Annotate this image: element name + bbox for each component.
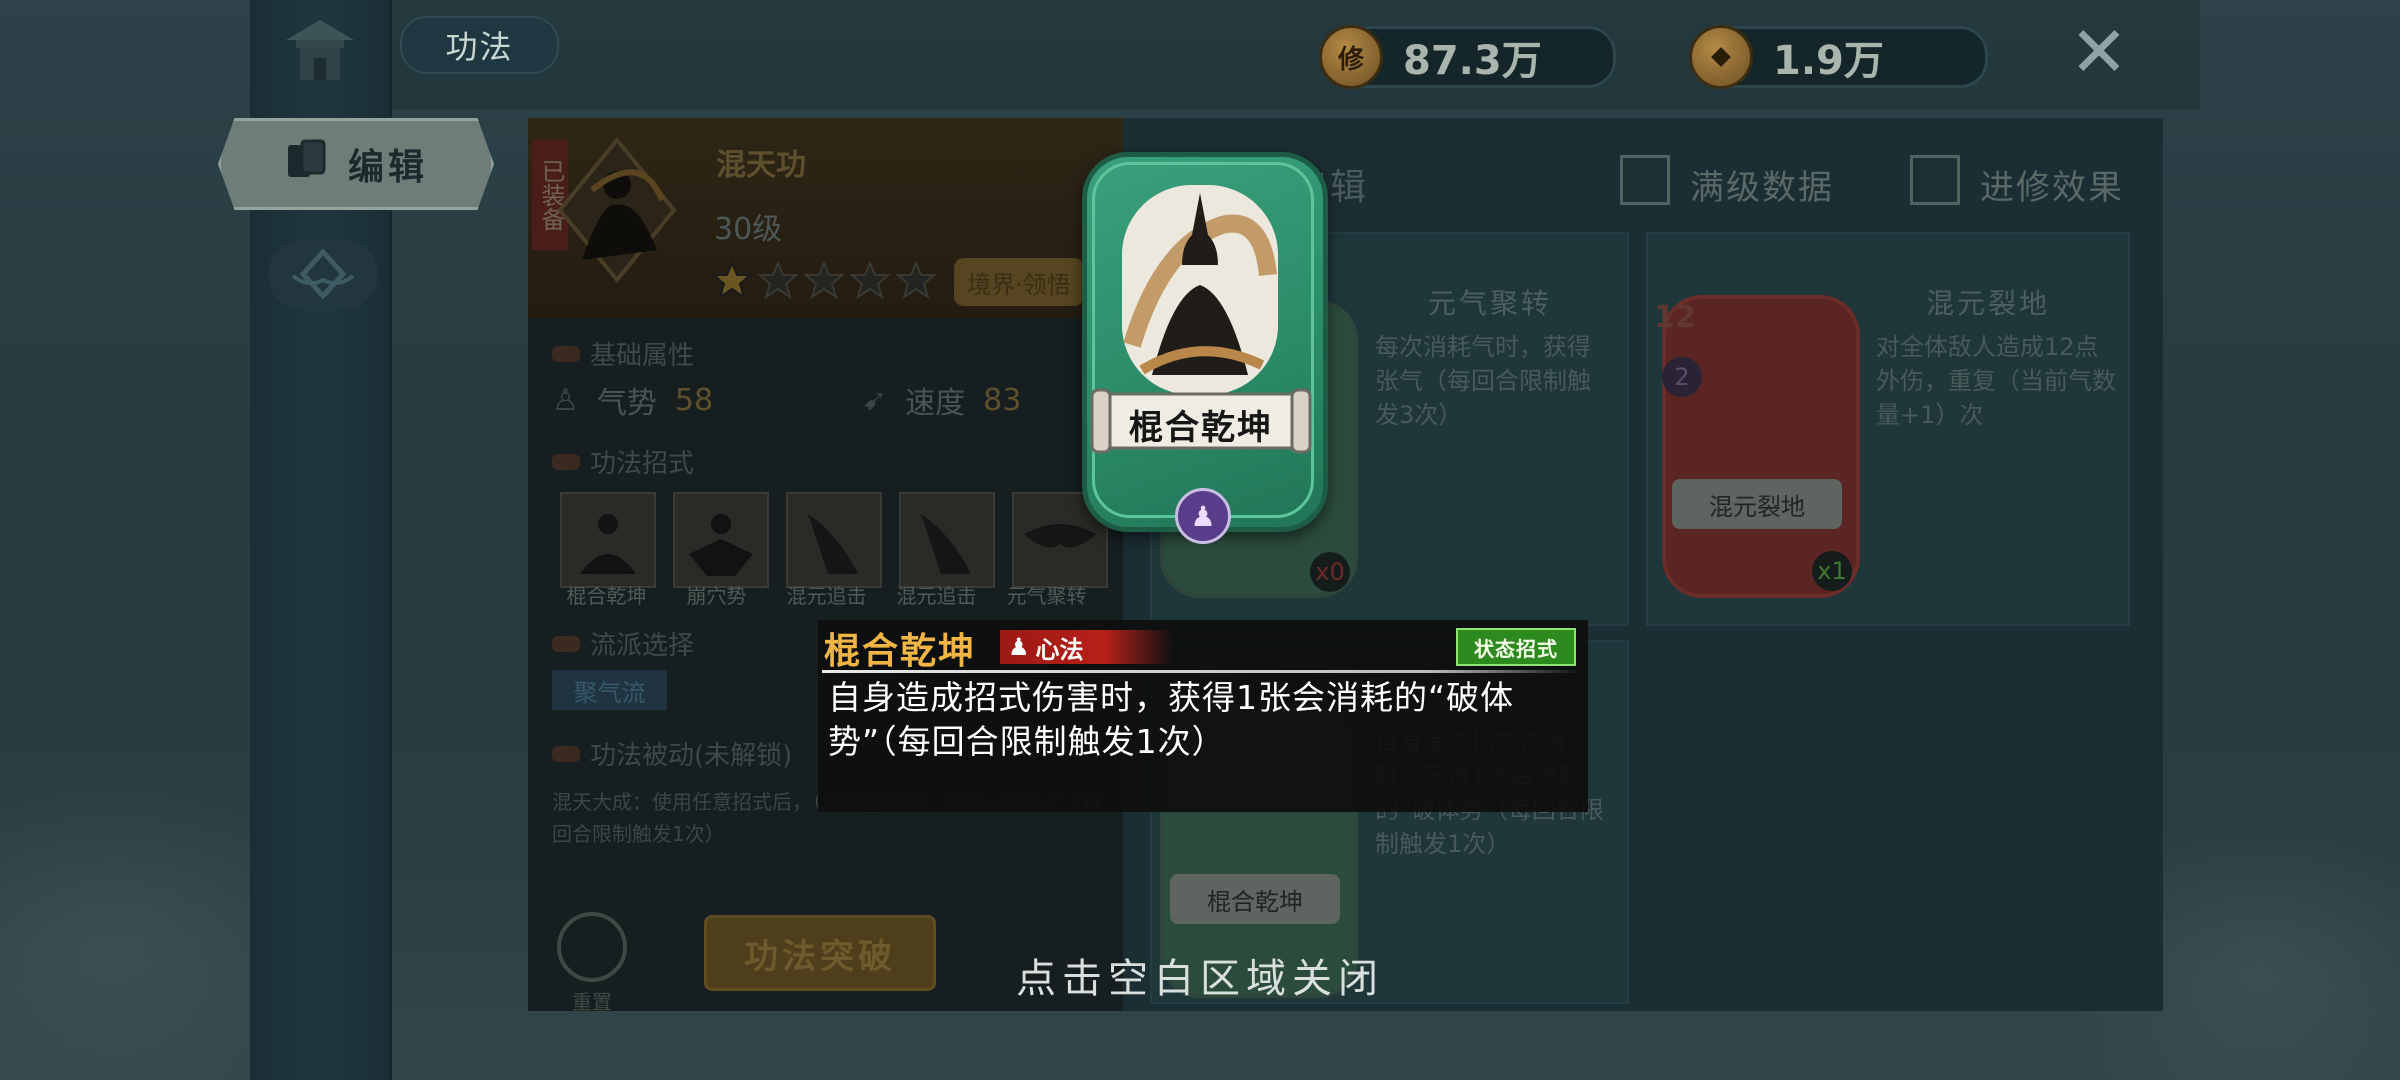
card-name: 元气聚转	[1428, 287, 1553, 320]
art-level: 30级	[714, 212, 783, 247]
moves-labels: 棍合乾坤 崩穴势 混元追击 混元追击 元气聚转	[556, 580, 1097, 609]
card-count-badge: x0	[1310, 552, 1350, 592]
move-slot[interactable]	[673, 492, 769, 588]
type-tag: ♟ 心法	[1000, 630, 1173, 664]
meditating-figure-art	[1122, 185, 1278, 395]
move-label: 混元追击	[896, 584, 977, 608]
star-empty-icon	[896, 260, 936, 300]
currency-copper: 1.9万	[1689, 25, 1988, 89]
section-base-attributes: 基础属性	[552, 335, 694, 372]
momentum-icon: ♙	[552, 382, 579, 418]
move-label: 棍合乾坤	[566, 584, 647, 608]
mind-method-icon: ♟	[1008, 633, 1030, 661]
tooltip-description: 自身造成招式伤害时，获得1张会消耗的“破体势”（每回合限制触发1次）	[828, 678, 1515, 761]
art-name: 混天功	[716, 148, 806, 183]
close-hint[interactable]: 点击空白区域关闭	[0, 946, 2400, 1004]
cloud-mark-icon	[552, 345, 580, 362]
move-label: 崩穴势	[686, 584, 747, 608]
currency-cultivation-amount: 87.3万	[1403, 38, 1542, 84]
energy-cost-badge: 2	[1662, 357, 1702, 397]
mini-card-red[interactable]: 混元裂地 x1 2	[1662, 295, 1860, 598]
advanced-effect-checkbox[interactable]	[1910, 155, 1960, 205]
copper-coin-icon	[1689, 25, 1753, 89]
star-empty-icon	[850, 260, 890, 300]
section-moves: 功法招式	[552, 443, 694, 480]
max-level-checkbox[interactable]	[1620, 155, 1670, 205]
section-school-label: 流派选择	[590, 631, 695, 661]
close-button[interactable]: ✕	[2066, 17, 2132, 88]
currency-copper-amount: 1.9万	[1773, 38, 1884, 84]
star-empty-icon	[804, 260, 844, 300]
art-emblem-icon	[552, 130, 682, 290]
move-label: 混元追击	[786, 584, 867, 608]
move-slot[interactable]	[560, 492, 656, 588]
currency-cultivation: 修 87.3万	[1319, 25, 1616, 89]
advanced-effect-label: 进修效果	[1980, 168, 2124, 208]
school-tag[interactable]: 聚气流	[552, 670, 667, 710]
move-slot[interactable]	[786, 492, 882, 588]
tooltip-divider	[822, 670, 1582, 673]
card-count-badge: x1	[1812, 551, 1852, 591]
star-empty-icon	[758, 260, 798, 300]
star-rating	[712, 260, 936, 300]
section-passive: 功法被动(未解锁)	[552, 735, 792, 772]
card-description: 对全体敌人造成12点外伤，重复（当前气数量+1）次	[1876, 333, 2116, 429]
module-tab-gongfa[interactable]: 功法	[400, 16, 559, 74]
stat-momentum: ♙ 气势 58	[552, 378, 713, 422]
close-icon: ✕	[2069, 11, 2129, 93]
stat-momentum-value: 58	[674, 382, 714, 418]
popup-card-name: 棍合乾坤	[1129, 408, 1273, 448]
card-scroll-label: 棍合乾坤	[1170, 874, 1340, 924]
edit-side-tab[interactable]: 编辑	[218, 118, 494, 210]
mind-method-icon: ♟	[1175, 488, 1231, 544]
star-filled-icon	[712, 260, 752, 300]
max-level-label: 满级数据	[1690, 168, 1834, 208]
type-tag-label: 心法	[1035, 635, 1084, 664]
state-move-tag: 状态招式	[1456, 628, 1576, 666]
card-description: 每次消耗气时，获得张气（每回合限制触发3次）	[1375, 333, 1591, 429]
tooltip-title: 棍合乾坤	[824, 631, 977, 672]
stat-speed-label: 速度	[905, 386, 966, 421]
section-passive-label: 功法被动(未解锁)	[590, 741, 793, 771]
card-name: 混元裂地	[1926, 287, 2051, 320]
move-slot[interactable]	[899, 492, 995, 588]
stat-momentum-label: 气势	[596, 386, 657, 421]
move-label: 元气聚转	[1006, 584, 1087, 608]
card-cost: 12	[1654, 300, 1696, 335]
speed-boot-icon: ➹	[862, 382, 888, 418]
cloud-mark-icon	[552, 635, 580, 652]
cards-icon	[284, 137, 330, 192]
cultivation-coin-icon: 修	[1319, 25, 1383, 89]
stat-speed: ➹ 速度 83	[862, 378, 1021, 422]
moves-row	[560, 492, 1108, 588]
cloud-mark-icon	[552, 453, 580, 470]
section-moves-label: 功法招式	[590, 449, 695, 479]
realm-comprehend-button[interactable]: 境界·领悟	[954, 258, 1084, 306]
cloud-mark-icon	[552, 745, 580, 762]
card-scroll-label: 混元裂地	[1672, 479, 1842, 529]
lotus-nav-icon[interactable]	[268, 240, 378, 310]
section-base-label: 基础属性	[590, 341, 695, 371]
section-school: 流派选择	[552, 625, 694, 662]
stat-speed-value: 83	[983, 382, 1022, 418]
pavilion-home-icon[interactable]	[280, 16, 360, 86]
edit-side-tab-label: 编辑	[347, 147, 428, 188]
